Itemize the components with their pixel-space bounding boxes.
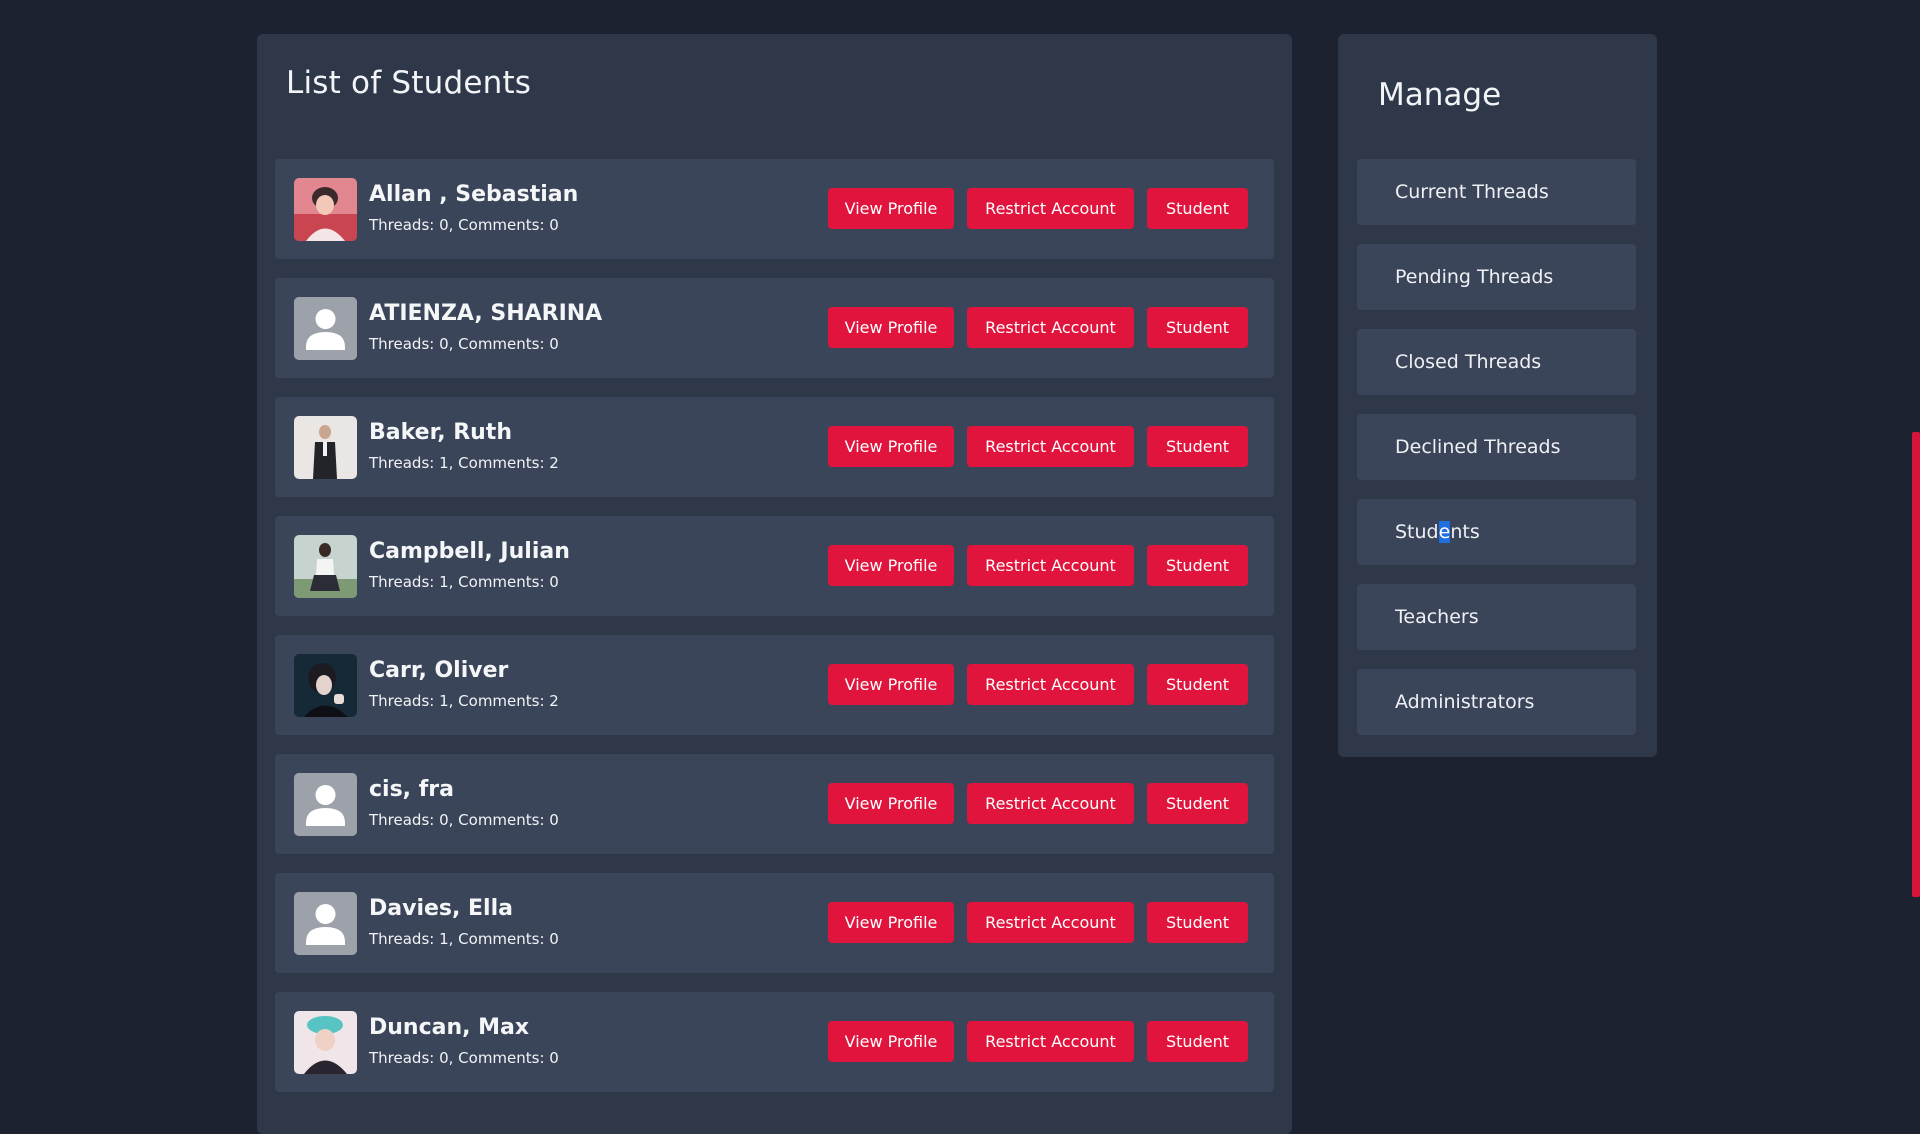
student-name: Baker, Ruth — [369, 420, 512, 445]
student-stats: Threads: 0, Comments: 0 — [369, 811, 559, 829]
view-profile-button[interactable]: View Profile — [828, 1021, 954, 1062]
text-selection-highlight: e — [1438, 521, 1451, 543]
menu-item-label: Pending Threads — [1395, 266, 1554, 288]
manage-menu: Current Threads Pending Threads Closed T… — [1357, 159, 1636, 754]
role-button[interactable]: Student — [1147, 188, 1248, 229]
student-card: Davies, Ella Threads: 1, Comments: 0 Vie… — [275, 873, 1274, 973]
menu-item-label: Closed Threads — [1395, 351, 1542, 373]
avatar — [294, 1011, 357, 1074]
student-name: Campbell, Julian — [369, 539, 570, 564]
role-button[interactable]: Student — [1147, 1021, 1248, 1062]
student-stats: Threads: 1, Comments: 2 — [369, 692, 559, 710]
menu-item-administrators[interactable]: Administrators — [1357, 669, 1636, 735]
student-stats: Threads: 1, Comments: 0 — [369, 930, 559, 948]
avatar — [294, 416, 357, 479]
student-card: ATIENZA, SHARINA Threads: 0, Comments: 0… — [275, 278, 1274, 378]
student-card: Carr, Oliver Threads: 1, Comments: 2 Vie… — [275, 635, 1274, 735]
restrict-account-button[interactable]: Restrict Account — [967, 1021, 1134, 1062]
default-user-icon — [294, 297, 357, 360]
student-card: Campbell, Julian Threads: 1, Comments: 0… — [275, 516, 1274, 616]
view-profile-button[interactable]: View Profile — [828, 307, 954, 348]
view-profile-button[interactable]: View Profile — [828, 188, 954, 229]
student-name: cis, fra — [369, 777, 454, 802]
menu-item-label: Declined Threads — [1395, 436, 1561, 458]
restrict-account-button[interactable]: Restrict Account — [967, 902, 1134, 943]
role-button[interactable]: Student — [1147, 664, 1248, 705]
menu-item-closed-threads[interactable]: Closed Threads — [1357, 329, 1636, 395]
menu-item-students[interactable]: Students — [1357, 499, 1636, 565]
restrict-account-button[interactable]: Restrict Account — [967, 188, 1134, 229]
student-card: Duncan, Max Threads: 0, Comments: 0 View… — [275, 992, 1274, 1092]
avatar — [294, 178, 357, 241]
restrict-account-button[interactable]: Restrict Account — [967, 307, 1134, 348]
role-button[interactable]: Student — [1147, 426, 1248, 467]
restrict-account-button[interactable]: Restrict Account — [967, 783, 1134, 824]
student-stats: Threads: 1, Comments: 0 — [369, 573, 559, 591]
view-profile-button[interactable]: View Profile — [828, 545, 954, 586]
student-card: cis, fra Threads: 0, Comments: 0 View Pr… — [275, 754, 1274, 854]
label-text-before-selection: Stud — [1395, 521, 1439, 543]
menu-item-current-threads[interactable]: Current Threads — [1357, 159, 1636, 225]
role-button[interactable]: Student — [1147, 783, 1248, 824]
student-stats: Threads: 0, Comments: 0 — [369, 1049, 559, 1067]
scrollbar-thumb[interactable] — [1912, 432, 1920, 897]
restrict-account-button[interactable]: Restrict Account — [967, 545, 1134, 586]
default-user-icon — [294, 892, 357, 955]
role-button[interactable]: Student — [1147, 545, 1248, 586]
page-title: List of Students — [286, 65, 532, 101]
student-name: Allan , Sebastian — [369, 182, 579, 207]
label-text-after-selection: nts — [1450, 521, 1480, 543]
menu-item-label: Current Threads — [1395, 181, 1549, 203]
student-stats: Threads: 0, Comments: 0 — [369, 335, 559, 353]
student-name: ATIENZA, SHARINA — [369, 301, 603, 326]
role-button[interactable]: Student — [1147, 902, 1248, 943]
menu-item-pending-threads[interactable]: Pending Threads — [1357, 244, 1636, 310]
student-card: Allan , Sebastian Threads: 0, Comments: … — [275, 159, 1274, 259]
restrict-account-button[interactable]: Restrict Account — [967, 664, 1134, 705]
student-stats: Threads: 1, Comments: 2 — [369, 454, 559, 472]
student-name: Carr, Oliver — [369, 658, 509, 683]
view-profile-button[interactable]: View Profile — [828, 426, 954, 467]
student-card: Baker, Ruth Threads: 1, Comments: 2 View… — [275, 397, 1274, 497]
menu-item-declined-threads[interactable]: Declined Threads — [1357, 414, 1636, 480]
view-profile-button[interactable]: View Profile — [828, 664, 954, 705]
avatar — [294, 535, 357, 598]
student-stats: Threads: 0, Comments: 0 — [369, 216, 559, 234]
student-name: Duncan, Max — [369, 1015, 530, 1040]
role-button[interactable]: Student — [1147, 307, 1248, 348]
manage-panel: Manage Current Threads Pending Threads C… — [1338, 34, 1657, 757]
view-profile-button[interactable]: View Profile — [828, 783, 954, 824]
view-profile-button[interactable]: View Profile — [828, 902, 954, 943]
student-name: Davies, Ella — [369, 896, 513, 921]
manage-title: Manage — [1378, 77, 1502, 113]
menu-item-label: Teachers — [1395, 606, 1479, 628]
student-list-panel: List of Students Allan , Sebastian Threa… — [257, 34, 1292, 1134]
restrict-account-button[interactable]: Restrict Account — [967, 426, 1134, 467]
menu-item-teachers[interactable]: Teachers — [1357, 584, 1636, 650]
default-user-icon — [294, 773, 357, 836]
menu-item-label: Administrators — [1395, 691, 1535, 713]
menu-item-label: Students — [1395, 499, 1480, 565]
avatar — [294, 654, 357, 717]
student-list: Allan , Sebastian Threads: 0, Comments: … — [275, 159, 1274, 1111]
